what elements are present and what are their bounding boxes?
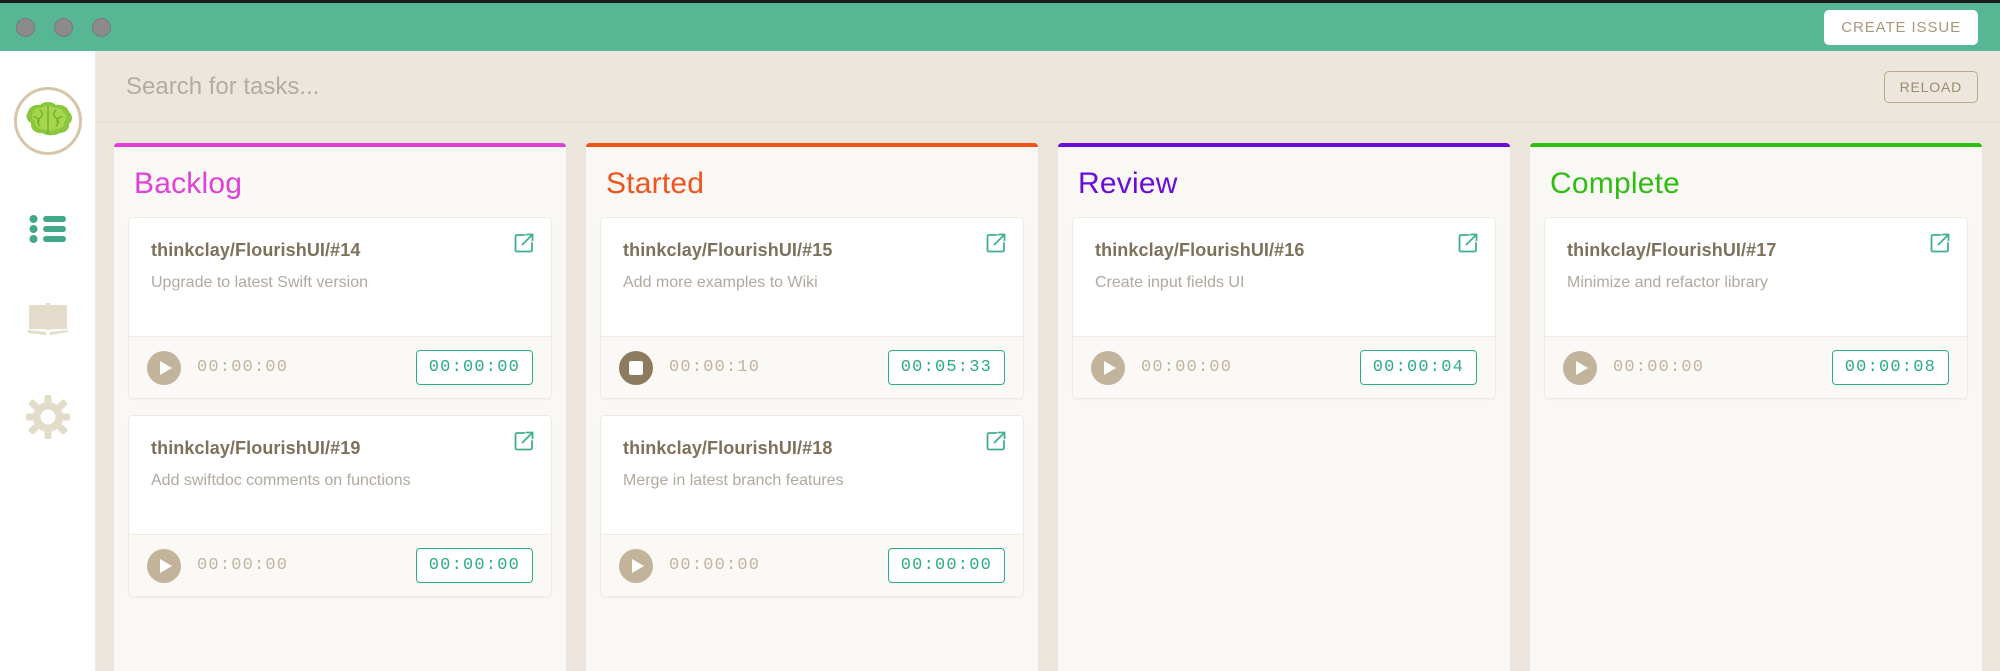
task-title: thinkclay/FlourishUI/#16: [1095, 240, 1305, 260]
main-area: RELOAD Backlog thinkclay/FlourishUI/#14 Up…: [96, 51, 2000, 671]
sidebar-item-settings[interactable]: [25, 395, 70, 439]
gear-icon: [25, 395, 70, 439]
total-time-badge: 00:00:04: [1359, 350, 1477, 385]
reload-button[interactable]: RELOAD: [1883, 70, 1978, 103]
elapsed-time: 00:00:00: [669, 556, 761, 575]
play-timer-button[interactable]: [1091, 350, 1125, 385]
task-card[interactable]: thinkclay/FlourishUI/#19 Add swiftdoc com…: [128, 415, 552, 597]
task-title: thinkclay/FlourishUI/#15: [623, 240, 833, 260]
task-card[interactable]: thinkclay/FlourishUI/#16 Create input fie…: [1072, 217, 1496, 399]
external-link-icon[interactable]: [1457, 232, 1479, 254]
board-column: Backlog thinkclay/FlourishUI/#14 Upgrade t…: [114, 143, 566, 671]
column-title: Review: [1078, 167, 1178, 200]
book-icon: [27, 303, 68, 335]
total-time-badge: 00:05:33: [887, 350, 1005, 385]
play-timer-button[interactable]: [147, 350, 181, 385]
task-card-body: thinkclay/FlourishUI/#14 Upgrade to lates…: [129, 218, 551, 336]
task-card-body: thinkclay/FlourishUI/#19 Add swiftdoc com…: [129, 416, 551, 534]
external-link-icon[interactable]: [513, 430, 535, 452]
task-card-footer: 00:00:00 00:00:00: [129, 534, 551, 596]
brain-logo: [13, 87, 82, 155]
board-column: Review thinkclay/FlourishUI/#16 Create inp…: [1058, 143, 1510, 671]
search-input[interactable]: [126, 72, 1884, 101]
total-time-badge: 00:00:00: [415, 350, 533, 385]
create-issue-button[interactable]: CREATE ISSUE: [1824, 9, 1978, 45]
task-subtitle: Merge in latest branch features: [623, 472, 844, 489]
kanban-board: Backlog thinkclay/FlourishUI/#14 Upgrade t…: [96, 123, 2000, 671]
task-card-footer: 00:00:00 00:00:00: [601, 534, 1023, 596]
play-triangle-icon: [632, 558, 644, 573]
play-timer-button[interactable]: [147, 548, 181, 583]
task-card[interactable]: thinkclay/FlourishUI/#17 Minimize and ref…: [1544, 217, 1968, 399]
task-card[interactable]: thinkclay/FlourishUI/#14 Upgrade to lates…: [128, 217, 552, 399]
sidebar-item-docs[interactable]: [27, 301, 69, 337]
task-title: thinkclay/FlourishUI/#18: [623, 438, 833, 458]
elapsed-time: 00:00:00: [197, 556, 289, 575]
task-title: thinkclay/FlourishUI/#14: [151, 240, 361, 260]
external-link-icon[interactable]: [985, 430, 1007, 452]
column-title: Backlog: [134, 167, 243, 200]
elapsed-time: 00:00:10: [669, 358, 761, 377]
task-title: thinkclay/FlourishUI/#17: [1567, 240, 1777, 260]
list-icon: [29, 215, 66, 243]
task-subtitle: Minimize and refactor library: [1567, 274, 1768, 291]
external-link-icon[interactable]: [513, 232, 535, 254]
task-card-body: thinkclay/FlourishUI/#18 Merge in latest …: [601, 416, 1023, 534]
task-title: thinkclay/FlourishUI/#19: [151, 438, 361, 458]
play-timer-button[interactable]: [1563, 350, 1597, 385]
board-column: Started thinkclay/FlourishUI/#15 Add more …: [586, 143, 1038, 671]
task-card-footer: 00:00:10 00:05:33: [601, 336, 1023, 398]
maximize-button-icon[interactable]: [92, 17, 111, 37]
task-card[interactable]: thinkclay/FlourishUI/#18 Merge in latest …: [600, 415, 1024, 597]
traffic-lights: [16, 17, 111, 37]
elapsed-time: 00:00:00: [1613, 358, 1705, 377]
app-window: CREATE ISSUE Search for tasks... RELOAD …: [0, 0, 2000, 671]
task-card-footer: 00:00:00 00:00:08: [1545, 336, 1967, 398]
play-triangle-icon: [160, 360, 172, 375]
stop-square-icon: [629, 360, 643, 375]
stop-timer-button[interactable]: [619, 350, 653, 385]
task-subtitle: Create input fields UI: [1095, 274, 1245, 291]
total-time-badge: 00:00:00: [415, 548, 533, 583]
external-link-icon[interactable]: [1929, 232, 1951, 254]
window-body: RELOAD Backlog thinkclay/FlourishUI/#14 Up…: [0, 51, 2000, 671]
task-subtitle: Upgrade to latest Swift version: [151, 274, 368, 291]
window-titlebar: CREATE ISSUE: [0, 0, 2000, 51]
column-title: Complete: [1550, 167, 1680, 200]
elapsed-time: 00:00:00: [1141, 358, 1233, 377]
play-timer-button[interactable]: [619, 548, 653, 583]
sidebar: [0, 51, 96, 671]
close-button-icon[interactable]: [16, 17, 35, 37]
task-card[interactable]: thinkclay/FlourishUI/#15 Add more example…: [600, 217, 1024, 399]
task-card-body: thinkclay/FlourishUI/#17 Minimize and ref…: [1545, 218, 1967, 336]
play-triangle-icon: [160, 558, 172, 573]
task-card-footer: 00:00:00 00:00:04: [1073, 336, 1495, 398]
task-subtitle: Add more examples to Wiki: [623, 274, 818, 291]
elapsed-time: 00:00:00: [197, 358, 289, 377]
task-card-footer: 00:00:00 00:00:00: [129, 336, 551, 398]
total-time-badge: 00:00:08: [1831, 350, 1949, 385]
sidebar-item-tasks[interactable]: [29, 215, 67, 243]
play-triangle-icon: [1104, 360, 1116, 375]
board-column: Complete thinkclay/FlourishUI/#17 Minimize…: [1530, 143, 1982, 671]
task-subtitle: Add swiftdoc comments on functions: [151, 472, 411, 489]
task-card-body: thinkclay/FlourishUI/#15 Add more example…: [601, 218, 1023, 336]
column-title: Started: [606, 167, 705, 200]
minimize-button-icon[interactable]: [54, 17, 73, 37]
task-card-body: thinkclay/FlourishUI/#16 Create input fie…: [1073, 218, 1495, 336]
total-time-badge: 00:00:00: [887, 548, 1005, 583]
search-toolbar: RELOAD: [96, 51, 2000, 123]
external-link-icon[interactable]: [985, 232, 1007, 254]
play-triangle-icon: [1576, 360, 1588, 375]
